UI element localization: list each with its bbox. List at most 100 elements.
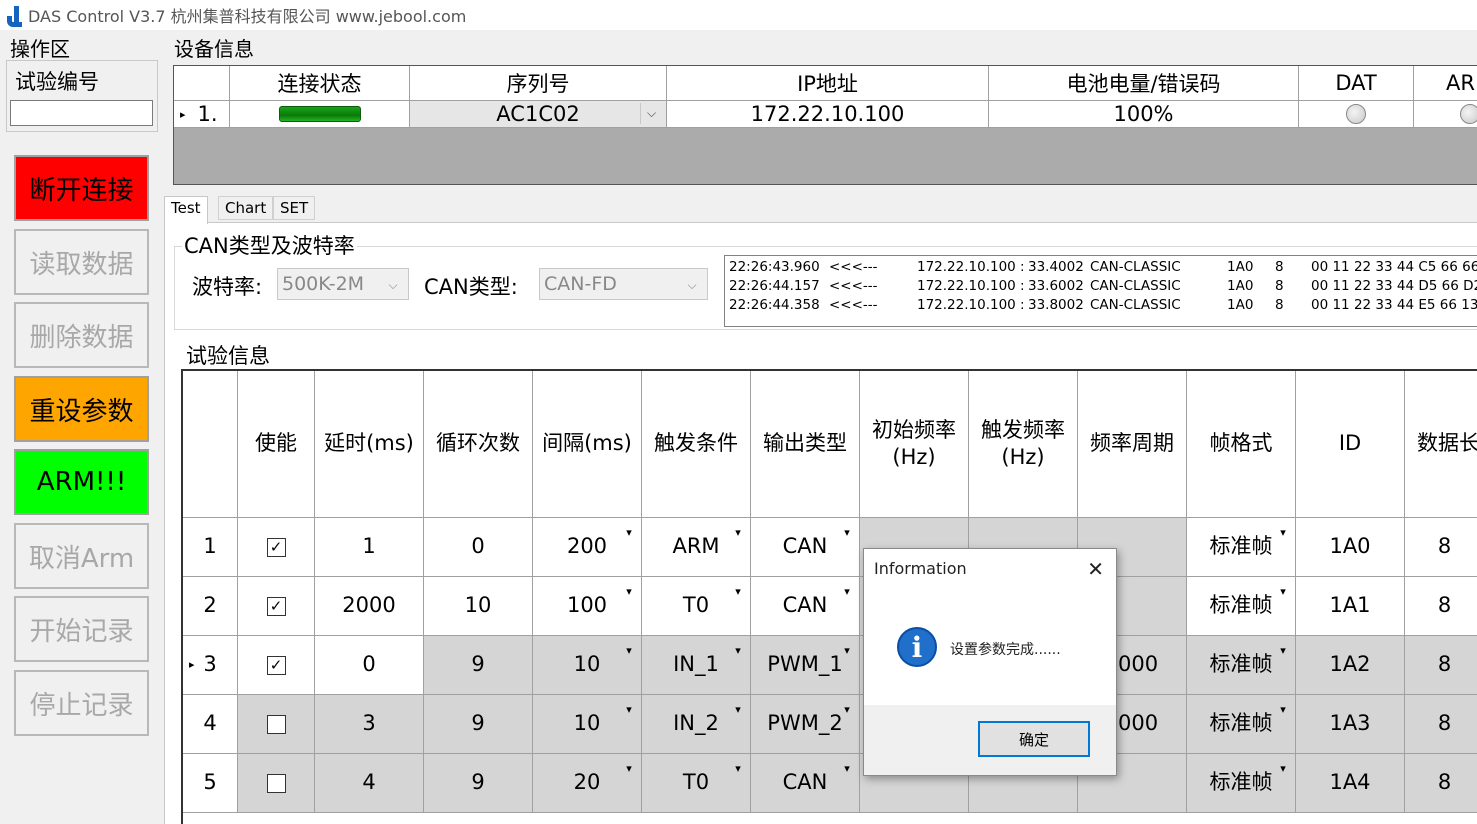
grid-cell-output[interactable]: PWM_1 ▾ — [751, 636, 860, 695]
grid-cell-frame[interactable]: 标准帧 ▾ — [1187, 695, 1296, 754]
exp-id-input[interactable] — [10, 100, 153, 126]
ok-button[interactable]: 确定 — [978, 721, 1090, 757]
grid-cell-delay[interactable]: 0 — [315, 636, 424, 695]
enable-checkbox[interactable]: ✓ — [266, 596, 286, 616]
grid-cell-frame[interactable]: 标准帧 ▾ — [1187, 636, 1296, 695]
grid-cell-len[interactable]: 8 — [1405, 695, 1477, 754]
grid-cell-id[interactable]: 1A1 — [1296, 577, 1405, 636]
grid-cell-len[interactable]: 8 — [1405, 754, 1477, 813]
grid-cell-interval[interactable]: 10 ▾ — [533, 695, 642, 754]
grid-cell-n[interactable]: 4 — [183, 695, 238, 754]
grid-cell-frame[interactable]: 标准帧 ▾ — [1187, 518, 1296, 577]
chevron-down-icon[interactable]: ▾ — [620, 701, 638, 719]
grid-cell-trigger[interactable]: IN_1 ▾ — [642, 636, 751, 695]
chevron-down-icon[interactable]: ⌵ — [640, 103, 662, 124]
baud-select[interactable]: 500K-2M ⌵ — [277, 268, 409, 300]
tab-set[interactable]: SET — [273, 196, 316, 220]
disconnect-button[interactable]: 断开连接 — [14, 155, 149, 221]
enable-checkbox[interactable] — [266, 773, 286, 793]
grid-cell-output[interactable]: CAN ▾ — [751, 754, 860, 813]
chevron-down-icon[interactable]: ▾ — [1274, 642, 1292, 660]
grid-cell-interval[interactable]: 200 ▾ — [533, 518, 642, 577]
grid-cell-len[interactable]: 8 — [1405, 636, 1477, 695]
device-row-header[interactable]: ▸ 1. — [174, 101, 230, 128]
chevron-down-icon[interactable]: ▾ — [838, 642, 856, 660]
grid-cell-output[interactable]: CAN ▾ — [751, 518, 860, 577]
grid-cell-len[interactable]: 8 — [1405, 577, 1477, 636]
grid-cell-loops[interactable]: 9 — [424, 754, 533, 813]
cell-value: 10 — [464, 593, 492, 618]
header-freq-trigger: 触发频率 (Hz) — [969, 371, 1078, 518]
grid-cell-n[interactable]: 5 — [183, 754, 238, 813]
grid-cell-trigger[interactable]: T0 ▾ — [642, 754, 751, 813]
close-icon[interactable]: ✕ — [1087, 557, 1104, 581]
grid-cell-n[interactable]: 1 — [183, 518, 238, 577]
grid-cell-len[interactable]: 8 — [1405, 518, 1477, 577]
chevron-down-icon[interactable]: ▾ — [729, 642, 747, 660]
grid-cell-id[interactable]: 1A3 — [1296, 695, 1405, 754]
grid-cell-id[interactable]: 1A4 — [1296, 754, 1405, 813]
chevron-down-icon[interactable]: ▾ — [620, 642, 638, 660]
grid-cell-en[interactable]: ✓ — [238, 636, 315, 695]
chevron-down-icon[interactable]: ▾ — [729, 524, 747, 542]
grid-cell-delay[interactable]: 1 — [315, 518, 424, 577]
can-type-select[interactable]: CAN-FD ⌵ — [539, 268, 708, 300]
grid-cell-loops[interactable]: 9 — [424, 695, 533, 754]
chevron-down-icon[interactable]: ▾ — [729, 760, 747, 778]
grid-cell-n[interactable]: 2 — [183, 577, 238, 636]
chevron-down-icon[interactable]: ▾ — [838, 524, 856, 542]
grid-cell-delay[interactable]: 3 — [315, 695, 424, 754]
grid-cell-frame[interactable]: 标准帧 ▾ — [1187, 577, 1296, 636]
reset-params-button[interactable]: 重设参数 — [14, 376, 149, 442]
grid-cell-delay[interactable]: 4 — [315, 754, 424, 813]
grid-cell-en[interactable]: ✓ — [238, 518, 315, 577]
tab-chart[interactable]: Chart — [218, 196, 274, 220]
grid-cell-en[interactable] — [238, 754, 315, 813]
chevron-down-icon[interactable]: ▾ — [729, 583, 747, 601]
stop-record-button[interactable]: 停止记录 — [14, 670, 149, 736]
chevron-down-icon[interactable]: ▾ — [1274, 583, 1292, 601]
grid-cell-trigger[interactable]: IN_2 ▾ — [642, 695, 751, 754]
enable-checkbox[interactable]: ✓ — [266, 537, 286, 557]
enable-checkbox[interactable]: ✓ — [266, 655, 286, 675]
chevron-down-icon[interactable]: ▾ — [1274, 701, 1292, 719]
chevron-down-icon[interactable]: ▾ — [838, 760, 856, 778]
grid-cell-n[interactable]: 3 ▸ — [183, 636, 238, 695]
chevron-down-icon[interactable]: ▾ — [1274, 524, 1292, 542]
grid-cell-loops[interactable]: 0 — [424, 518, 533, 577]
cancel-arm-button[interactable]: 取消Arm — [14, 523, 149, 589]
grid-cell-delay[interactable]: 2000 — [315, 577, 424, 636]
grid-cell-output[interactable]: PWM_2 ▾ — [751, 695, 860, 754]
grid-cell-interval[interactable]: 20 ▾ — [533, 754, 642, 813]
chevron-down-icon[interactable]: ▾ — [1274, 760, 1292, 778]
delete-data-button[interactable]: 删除数据 — [14, 302, 149, 368]
grid-cell-trigger[interactable]: ARM ▾ — [642, 518, 751, 577]
tab-test[interactable]: Test — [164, 196, 208, 224]
start-record-button[interactable]: 开始记录 — [14, 596, 149, 662]
arm-button[interactable]: ARM!!! — [14, 449, 149, 515]
chevron-down-icon[interactable]: ⌵ — [681, 273, 703, 297]
grid-cell-id[interactable]: 1A2 — [1296, 636, 1405, 695]
chevron-down-icon[interactable]: ▾ — [620, 760, 638, 778]
enable-checkbox[interactable] — [266, 714, 286, 734]
exp-group-title: 试验信息 — [184, 340, 272, 370]
grid-cell-en[interactable]: ✓ — [238, 577, 315, 636]
chevron-down-icon[interactable]: ⌵ — [382, 273, 404, 297]
chevron-down-icon[interactable]: ▾ — [729, 701, 747, 719]
chevron-down-icon[interactable]: ▾ — [620, 583, 638, 601]
grid-cell-interval[interactable]: 10 ▾ — [533, 636, 642, 695]
grid-cell-frame[interactable]: 标准帧 ▾ — [1187, 754, 1296, 813]
grid-cell-en[interactable] — [238, 695, 315, 754]
grid-cell-trigger[interactable]: T0 ▾ — [642, 577, 751, 636]
read-data-button[interactable]: 读取数据 — [14, 229, 149, 295]
serial-combo[interactable]: AC1C02 ⌵ — [410, 101, 667, 128]
grid-cell-output[interactable]: CAN ▾ — [751, 577, 860, 636]
chevron-down-icon[interactable]: ▾ — [620, 524, 638, 542]
grid-cell-interval[interactable]: 100 ▾ — [533, 577, 642, 636]
grid-cell-loops[interactable]: 10 — [424, 577, 533, 636]
grid-cell-id[interactable]: 1A0 — [1296, 518, 1405, 577]
can-log-box[interactable]: 22:26:43.960 <<<--- 172.22.10.100 :33.4002… — [724, 255, 1477, 327]
grid-cell-loops[interactable]: 9 — [424, 636, 533, 695]
chevron-down-icon[interactable]: ▾ — [838, 583, 856, 601]
chevron-down-icon[interactable]: ▾ — [838, 701, 856, 719]
